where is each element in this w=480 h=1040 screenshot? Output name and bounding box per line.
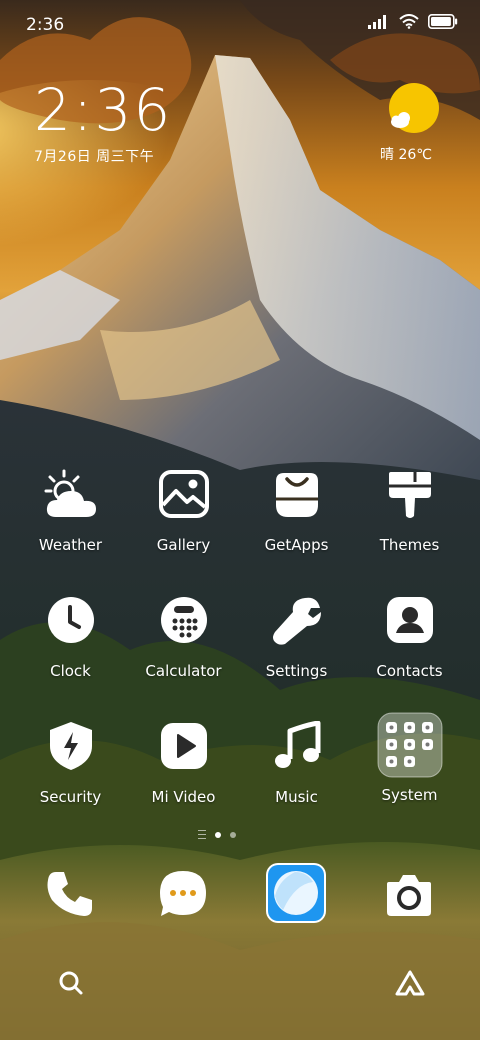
- app-label: System: [381, 786, 438, 804]
- dock-phone[interactable]: [38, 862, 102, 926]
- app-label: Clock: [50, 662, 91, 680]
- music-note-icon: [269, 718, 325, 774]
- app-label: Settings: [265, 662, 328, 680]
- app-getapps[interactable]: GetApps: [240, 466, 353, 554]
- app-gallery[interactable]: Gallery: [127, 466, 240, 554]
- app-contacts[interactable]: Contacts: [353, 592, 466, 680]
- dock-messages[interactable]: [151, 862, 215, 926]
- messages-icon: [160, 871, 206, 916]
- app-settings[interactable]: Settings: [240, 592, 353, 680]
- widget-time: 2:36: [34, 76, 173, 144]
- page-dot: [230, 831, 236, 838]
- app-label: Mi Video: [151, 788, 216, 806]
- folder-icon: [377, 712, 443, 778]
- app-system-folder[interactable]: System: [353, 712, 466, 804]
- themes-icon: [382, 466, 438, 522]
- calculator-icon: [156, 592, 212, 648]
- wifi-icon: [399, 14, 419, 29]
- search-icon[interactable]: [58, 970, 84, 996]
- contacts-icon: [382, 592, 438, 648]
- app-weather[interactable]: Weather: [14, 466, 127, 554]
- status-time: 2:36: [26, 15, 65, 35]
- page-indicator[interactable]: [198, 830, 236, 839]
- wrench-icon: [269, 592, 325, 648]
- status-bar: 2:36: [0, 0, 480, 48]
- assistant-icon[interactable]: [394, 969, 426, 997]
- clock-icon: [43, 592, 99, 648]
- battery-icon: [428, 14, 458, 29]
- weather-text: 晴 26℃: [380, 147, 432, 163]
- app-label: Music: [275, 788, 318, 806]
- gallery-icon: [156, 466, 212, 522]
- dock: [0, 860, 480, 930]
- play-icon: [156, 718, 212, 774]
- phone-icon: [47, 872, 92, 916]
- widget-date: 7月26日 周三下午: [34, 149, 155, 165]
- app-label: Calculator: [145, 662, 222, 680]
- app-label: Themes: [379, 536, 440, 554]
- clock-widget[interactable]: 2:36 7月26日 周三下午: [34, 80, 172, 166]
- status-icons: [368, 14, 458, 29]
- app-themes[interactable]: Themes: [353, 466, 466, 554]
- camera-icon: [387, 875, 431, 916]
- feed-page-icon: [198, 830, 206, 839]
- app-music[interactable]: Music: [240, 718, 353, 806]
- app-clock[interactable]: Clock: [14, 592, 127, 680]
- weather-icon: [43, 466, 99, 522]
- app-label: Contacts: [376, 662, 443, 680]
- dock-browser[interactable]: [264, 861, 328, 925]
- shield-icon: [43, 718, 99, 774]
- sun-cloud-icon: [389, 83, 439, 133]
- app-mi-video[interactable]: Mi Video: [127, 718, 240, 806]
- app-label: Weather: [38, 536, 103, 554]
- page-dot-active: [215, 831, 221, 838]
- signal-icon: [368, 14, 386, 29]
- app-calculator[interactable]: Calculator: [127, 592, 240, 680]
- app-security[interactable]: Security: [14, 718, 127, 806]
- dock-camera[interactable]: [377, 862, 441, 926]
- getapps-icon: [269, 466, 325, 522]
- bottom-bar: [0, 960, 480, 1010]
- app-label: Gallery: [156, 536, 211, 554]
- weather-widget[interactable]: 晴 26℃: [380, 82, 444, 164]
- browser-icon: [266, 863, 326, 923]
- app-label: GetApps: [264, 536, 329, 554]
- app-label: Security: [39, 788, 102, 806]
